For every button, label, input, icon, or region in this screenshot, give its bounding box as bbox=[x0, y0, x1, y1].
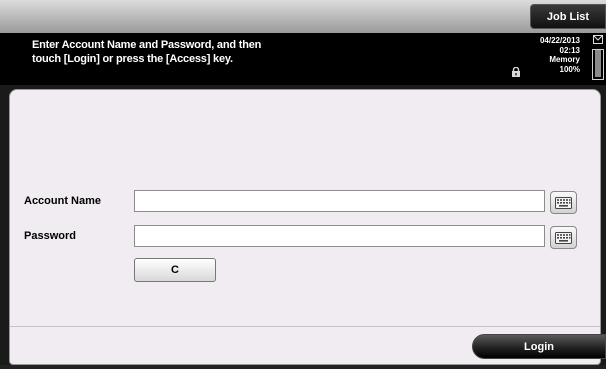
login-button[interactable]: Login bbox=[472, 334, 606, 359]
account-name-label: Account Name bbox=[24, 195, 102, 207]
message-bar: Enter Account Name and Password, and the… bbox=[0, 33, 606, 85]
account-name-field[interactable] bbox=[134, 190, 545, 212]
memory-label: Memory bbox=[549, 55, 580, 64]
memory-gauge-fill bbox=[595, 50, 601, 77]
instruction-message: Enter Account Name and Password, and the… bbox=[32, 39, 262, 65]
clear-button[interactable]: C bbox=[134, 258, 216, 282]
top-bar: Job List bbox=[0, 0, 606, 34]
status-time: 02:13 bbox=[559, 45, 580, 55]
memory-gauge bbox=[592, 49, 604, 80]
status-date: 04/22/2013 bbox=[539, 36, 580, 45]
footer-divider bbox=[10, 326, 600, 327]
bottom-strip bbox=[0, 365, 606, 369]
keyboard-icon bbox=[555, 196, 572, 209]
device-screen: Job List Enter Account Name and Password… bbox=[0, 0, 606, 369]
status-area: 04/22/2013 02:13 Memory 100% bbox=[520, 36, 580, 74]
status-icon bbox=[593, 35, 603, 44]
lock-icon bbox=[512, 67, 520, 77]
job-list-button[interactable]: Job List bbox=[530, 4, 606, 29]
password-keyboard-button[interactable] bbox=[550, 226, 577, 249]
password-field[interactable] bbox=[134, 225, 545, 247]
keyboard-icon bbox=[555, 231, 572, 244]
memory-value: 100% bbox=[559, 64, 580, 74]
password-label: Password bbox=[24, 230, 76, 242]
account-name-keyboard-button[interactable] bbox=[550, 191, 577, 214]
